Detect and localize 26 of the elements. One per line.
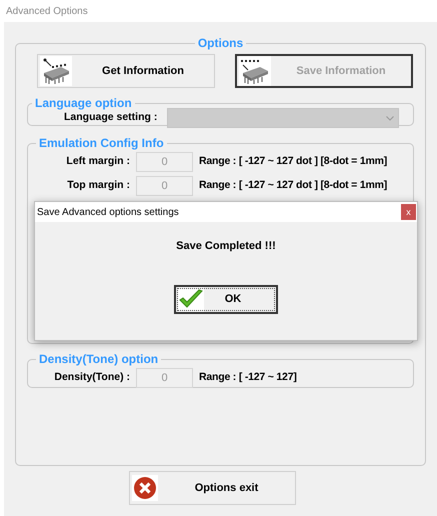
number-field[interactable]: 0 — [136, 368, 193, 388]
exit-button[interactable]: Options exit — [129, 471, 296, 505]
range-text: Range : [ -127 ~ 127] — [199, 370, 297, 386]
chevron-down-icon — [386, 116, 394, 120]
group-title: Options — [196, 35, 244, 52]
group-title: Language option — [34, 95, 133, 112]
close-icon — [133, 476, 157, 500]
info-button[interactable]: Get Information — [37, 54, 215, 88]
group-title: Density(Tone) option — [38, 351, 160, 368]
close-button[interactable]: x — [401, 204, 416, 220]
group-title: Emulation Config Info — [38, 135, 165, 152]
ok-button[interactable]: OK — [174, 284, 278, 314]
field-label: Language setting : — [64, 110, 158, 126]
number-field[interactable]: 0 — [136, 152, 193, 172]
window-title: Advanced Options — [5, 5, 89, 19]
field-label: Density(Tone) : — [53, 370, 130, 386]
dialog-title: Save Advanced options settings — [37, 206, 179, 220]
dialog-message: Save Completed !!! — [175, 239, 277, 254]
number-field[interactable]: 0 — [136, 176, 193, 196]
field-label: Left margin : — [65, 154, 130, 170]
chip-icon — [240, 57, 270, 85]
checkmark-icon — [179, 289, 203, 309]
range-text: Range : [ -127 ~ 127 dot ] [8-dot = 1mm] — [199, 154, 388, 170]
range-text: Range : [ -127 ~ 127 dot ] [8-dot = 1mm] — [199, 178, 388, 194]
field-label: Top margin : — [66, 178, 130, 194]
chip-icon — [41, 57, 71, 85]
